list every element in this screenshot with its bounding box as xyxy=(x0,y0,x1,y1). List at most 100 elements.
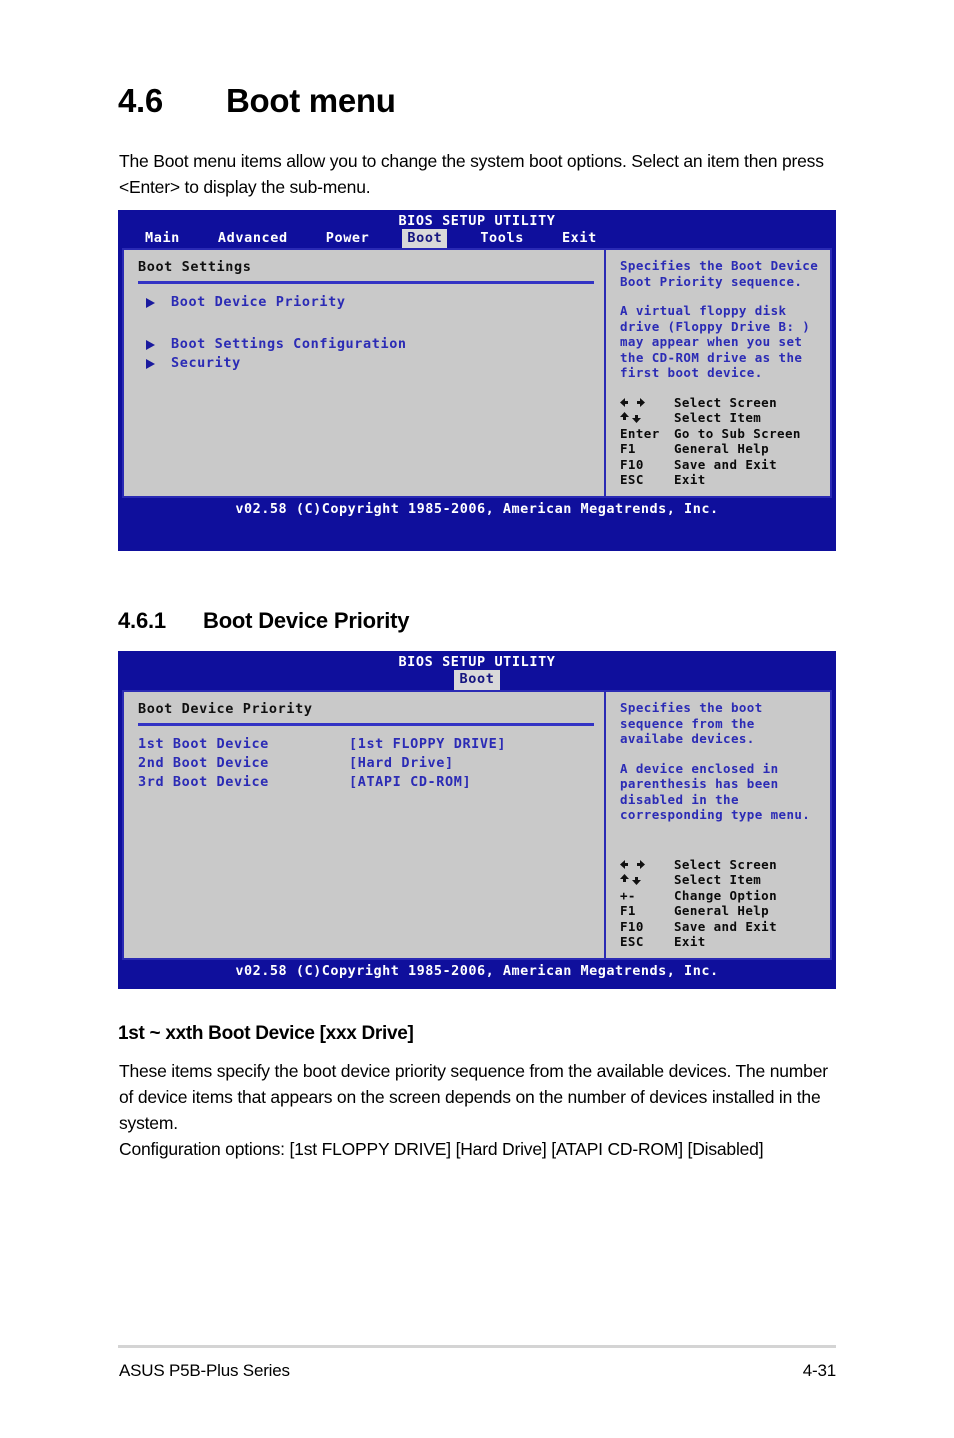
panel-divider xyxy=(138,281,594,284)
bios-body: Boot Settings Boot Device Priority Boot … xyxy=(122,248,832,498)
section-title: Boot Device Priority xyxy=(203,608,410,633)
boot-device-value[interactable]: [Hard Drive] xyxy=(349,754,454,773)
help-paragraph: Specifies the boot sequence from the ava… xyxy=(620,700,763,746)
subsection-heading: 1st ~ xxth Boot Device [xxx Drive] xyxy=(118,1023,414,1044)
body-copy: These items specify the boot device prio… xyxy=(119,1058,839,1162)
legend-key: Enter xyxy=(620,425,660,441)
bios-key-legend: Select Screen Select Item +- Change Opti… xyxy=(620,857,822,950)
bios-screen-boot-device-priority: BIOS SETUP UTILITY Boot Boot Device Prio… xyxy=(118,651,836,989)
footer-page-number: 4-31 xyxy=(802,1361,836,1380)
up-down-arrows-icon xyxy=(620,874,674,886)
triangle-right-icon xyxy=(146,358,160,369)
legend-key: F10 xyxy=(620,456,644,472)
section-number: 4.6 xyxy=(118,82,163,119)
bios-footer: v02.58 (C)Copyright 1985-2006, American … xyxy=(235,962,719,979)
bios-title: BIOS SETUP UTILITY xyxy=(398,213,556,229)
bios-subtab-bar: Boot xyxy=(118,669,836,690)
bios-tab-exit[interactable]: Exit xyxy=(557,229,602,248)
panel-title: Boot Device Priority xyxy=(138,701,313,717)
bios-tab-boot[interactable]: Boot xyxy=(453,670,501,690)
legend-row-f1: F1 General Help xyxy=(620,903,822,919)
legend-action: General Help xyxy=(674,903,770,918)
left-right-arrows-icon xyxy=(620,859,674,869)
body-paragraph-1: These items specify the boot device prio… xyxy=(119,1061,828,1133)
bios-menu-item-label: Boot Device Priority xyxy=(171,294,346,310)
legend-action: Select Screen xyxy=(674,394,778,410)
legend-action: Change Option xyxy=(674,887,778,903)
intro-paragraph: The Boot menu items allow you to change … xyxy=(119,151,824,197)
legend-row-f10: F10 Save and Exit xyxy=(620,457,822,473)
legend-action: Select Item xyxy=(674,410,762,425)
help-paragraph: Specifies the Boot Device Boot Priority … xyxy=(620,258,819,289)
legend-row-f1: F1 General Help xyxy=(620,441,822,457)
legend-action: Save and Exit xyxy=(674,918,778,934)
bios-screen-boot-settings: BIOS SETUP UTILITY Main Advanced Power B… xyxy=(118,210,836,551)
bios-key-legend: Select Screen Select Item Enter Go to Su… xyxy=(620,395,822,488)
bios-menu-item-boot-device-priority[interactable]: Boot Device Priority xyxy=(146,293,594,312)
triangle-right-icon xyxy=(146,339,160,350)
panel-divider xyxy=(138,723,594,726)
up-down-arrows-icon xyxy=(620,412,674,424)
bios-tab-tools[interactable]: Tools xyxy=(475,229,529,248)
boot-device-value[interactable]: [1st FLOPPY DRIVE] xyxy=(349,735,506,754)
legend-row-esc: ESC Exit xyxy=(620,934,822,950)
boot-device-row-1[interactable]: 1st Boot Device [1st FLOPPY DRIVE] xyxy=(138,735,594,754)
boot-device-value[interactable]: [ATAPI CD-ROM] xyxy=(349,773,471,792)
legend-row-f10: F10 Save and Exit xyxy=(620,919,822,935)
section-title: Boot menu xyxy=(226,82,396,119)
bios-tab-advanced[interactable]: Advanced xyxy=(213,229,293,248)
legend-key: ESC xyxy=(620,934,644,949)
legend-row-select-screen: Select Screen xyxy=(620,395,822,411)
legend-key: F1 xyxy=(620,903,636,918)
bios-title: BIOS SETUP UTILITY xyxy=(398,654,556,670)
legend-action: Go to Sub Screen xyxy=(674,425,801,441)
legend-action: Select Screen xyxy=(674,856,778,872)
bios-help-panel: Specifies the Boot Device Boot Priority … xyxy=(606,250,830,496)
legend-row-esc: ESC Exit xyxy=(620,472,822,488)
legend-key: ESC xyxy=(620,472,644,487)
bios-menu-item-label: Security xyxy=(171,355,241,371)
legend-row-select-item: Select Item xyxy=(620,872,822,888)
help-paragraph: A virtual floppy disk drive (Floppy Driv… xyxy=(620,303,811,380)
bios-tab-power[interactable]: Power xyxy=(321,229,375,248)
menu-spacer xyxy=(138,312,594,335)
section-heading-4-6: 4.6 Boot menu xyxy=(118,82,396,120)
bios-main-panel: Boot Device Priority 1st Boot Device [1s… xyxy=(124,692,606,958)
left-right-arrows-icon xyxy=(620,397,674,407)
bios-menu-item-label: Boot Settings Configuration xyxy=(171,336,407,352)
bios-main-panel: Boot Settings Boot Device Priority Boot … xyxy=(124,250,606,496)
legend-action: Exit xyxy=(674,472,706,487)
section-number: 4.6.1 xyxy=(118,608,166,633)
legend-action: Exit xyxy=(674,934,706,949)
bios-tab-main[interactable]: Main xyxy=(140,229,185,248)
bios-menu-item-boot-settings-configuration[interactable]: Boot Settings Configuration xyxy=(146,335,594,354)
help-paragraph: A device enclosed in parenthesis has bee… xyxy=(620,760,811,823)
bios-tab-boot[interactable]: Boot xyxy=(402,229,448,248)
legend-row-change-option: +- Change Option xyxy=(620,888,822,904)
bios-menu-item-security[interactable]: Security xyxy=(146,354,594,373)
bios-footer: v02.58 (C)Copyright 1985-2006, American … xyxy=(235,500,719,517)
panel-title: Boot Settings xyxy=(138,259,252,275)
section-heading-4-6-1: 4.6.1 Boot Device Priority xyxy=(118,608,409,634)
bios-help-panel: Specifies the boot sequence from the ava… xyxy=(606,692,830,958)
bios-body: Boot Device Priority 1st Boot Device [1s… xyxy=(122,690,832,960)
legend-row-select-item: Select Item xyxy=(620,410,822,426)
legend-key: +- xyxy=(620,887,636,903)
boot-device-label: 3rd Boot Device xyxy=(138,774,269,790)
boot-device-label: 1st Boot Device xyxy=(138,736,269,752)
boot-device-row-3[interactable]: 3rd Boot Device [ATAPI CD-ROM] xyxy=(138,773,594,792)
manual-page: 4.6 Boot menu The Boot menu items allow … xyxy=(0,0,954,1438)
triangle-right-icon xyxy=(146,297,160,308)
boot-device-row-2[interactable]: 2nd Boot Device [Hard Drive] xyxy=(138,754,594,773)
legend-action: General Help xyxy=(674,441,770,456)
legend-key: F1 xyxy=(620,441,636,456)
body-paragraph-2: Configuration options: [1st FLOPPY DRIVE… xyxy=(119,1139,764,1159)
footer-divider xyxy=(118,1345,836,1348)
legend-action: Save and Exit xyxy=(674,456,778,472)
legend-action: Select Item xyxy=(674,872,762,887)
legend-key: F10 xyxy=(620,918,644,934)
boot-device-label: 2nd Boot Device xyxy=(138,755,269,771)
legend-row-enter: Enter Go to Sub Screen xyxy=(620,426,822,442)
bios-menubar: Main Advanced Power Boot Tools Exit xyxy=(118,229,836,248)
legend-row-select-screen: Select Screen xyxy=(620,857,822,873)
